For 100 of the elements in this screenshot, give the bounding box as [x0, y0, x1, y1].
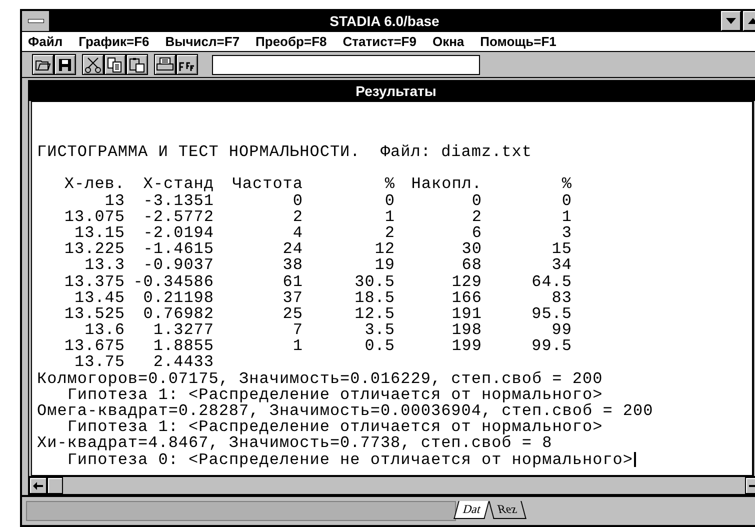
- table-cell: 7: [292, 321, 303, 340]
- table-cell: 61: [282, 272, 303, 290]
- table-cell: 95.5: [532, 304, 572, 323]
- table-cell: 13.75: [74, 353, 125, 372]
- scroll-thumb[interactable]: [47, 477, 63, 494]
- scissors-icon: [85, 56, 101, 72]
- table-cell: 13.675: [64, 337, 125, 356]
- scroll-left-button[interactable]: [29, 477, 47, 494]
- table-cell: 13.225: [64, 240, 125, 258]
- column-header: Частота: [232, 175, 303, 194]
- table-cell: 0: [292, 192, 303, 210]
- table-cell: 99: [552, 321, 572, 340]
- menu-item[interactable]: Файл: [28, 34, 63, 49]
- folder-icon: [35, 58, 51, 70]
- test-statistic: Омега-квадрат=0.28287, Значимость=0.00036904, степ.своб = 200: [37, 402, 654, 420]
- menu-item[interactable]: График=F6: [78, 34, 150, 49]
- table-cell: 24: [282, 240, 303, 258]
- table-cell: 2: [292, 208, 303, 226]
- table-cell: 3.5: [364, 321, 395, 340]
- window-title: STADIA 6.0/base: [328, 12, 440, 31]
- sheet-tab[interactable]: Dat: [454, 501, 490, 519]
- column-header: %: [384, 175, 395, 194]
- column-header: X-станд: [143, 175, 214, 194]
- table-cell: 0.5: [364, 337, 395, 356]
- test-statistic: Колмогоров=0.07175, Значимость=0.016229, степ.своб = 200: [37, 370, 603, 388]
- table-cell: 64.5: [532, 272, 572, 290]
- menu-item[interactable]: Преобр=F8: [256, 34, 327, 49]
- toolbar-button[interactable]: [154, 54, 176, 75]
- table-cell: -2.5772: [143, 208, 214, 226]
- table-cell: 2.4433: [153, 353, 214, 372]
- table-cell: 30.5: [354, 272, 395, 290]
- menu-item[interactable]: Статист=F9: [342, 34, 416, 49]
- toolbar-button[interactable]: [104, 54, 126, 75]
- sheet-tab[interactable]: Rez: [488, 501, 526, 519]
- table-cell: 68: [462, 256, 482, 274]
- table-cell: 13.6: [84, 321, 125, 340]
- table-cell: 12.5: [354, 304, 395, 323]
- table-cell: 0: [562, 192, 572, 210]
- printer-icon: [156, 57, 174, 72]
- hypothesis-text: Гипотеза 1: <Распределение отличается от нормального>: [67, 386, 603, 404]
- system-menu-button[interactable]: [22, 11, 50, 31]
- paste-icon: [129, 56, 145, 72]
- left-arrow-icon: [33, 482, 43, 490]
- table-cell: 13.525: [64, 304, 125, 323]
- table-cell: 13.375: [64, 272, 125, 290]
- table-cell: 12: [374, 240, 395, 258]
- table-cell: 18.5: [354, 288, 395, 307]
- table-cell: 0: [384, 192, 395, 210]
- table-cell: 166: [452, 288, 482, 307]
- toolbar-button[interactable]: [176, 54, 198, 75]
- table-cell: -0.34586: [133, 272, 214, 290]
- text-cursor: [634, 452, 636, 467]
- table-cell: -3.1351: [143, 192, 214, 210]
- minimize-button[interactable]: [721, 11, 741, 31]
- table-cell: 99.5: [532, 337, 572, 356]
- menu-item[interactable]: Окна: [432, 34, 464, 49]
- table-cell: 13: [104, 192, 125, 210]
- table-cell: 0: [472, 192, 482, 210]
- table-cell: 2: [472, 208, 482, 226]
- table-cell: 6: [472, 224, 482, 242]
- table-cell: 34: [552, 256, 572, 274]
- table-cell: 1: [292, 337, 303, 356]
- table-cell: 13.3: [84, 256, 125, 274]
- table-cell: 30: [462, 240, 482, 258]
- table-cell: 129: [452, 272, 482, 290]
- minus-bar-icon: [28, 19, 44, 23]
- table-cell: 13.075: [64, 208, 125, 226]
- table-cell: 2: [384, 224, 395, 242]
- table-cell: 83: [552, 288, 572, 307]
- menu-item[interactable]: Помощь=F1: [480, 34, 556, 49]
- copy-icon: [107, 56, 123, 72]
- toolbar-button[interactable]: [54, 54, 76, 75]
- table-cell: 199: [452, 337, 482, 356]
- toolbar-button[interactable]: [126, 54, 148, 75]
- table-cell: 25: [282, 304, 303, 323]
- toolbar-button[interactable]: [32, 54, 54, 75]
- column-header: X-лев.: [64, 175, 125, 194]
- toolbar-button[interactable]: [82, 54, 104, 75]
- table-cell: 0.76982: [143, 304, 214, 323]
- input-field[interactable]: [212, 54, 480, 74]
- table-cell: 19: [374, 256, 395, 274]
- table-cell: 1: [384, 208, 395, 226]
- column-header: %: [562, 175, 572, 194]
- table-cell: 15: [552, 240, 572, 258]
- table-cell: 1.8855: [153, 337, 214, 356]
- table-cell: 13.45: [74, 288, 125, 307]
- test-statistic: Хи-квадрат=4.8467, Значимость=0.7738, степ.своб = 8: [37, 434, 552, 452]
- table-cell: 4: [292, 224, 303, 242]
- table-cell: 0.21198: [143, 288, 214, 307]
- report-heading: ГИСТОГРАММА И ТЕСТ НОРМАЛЬНОСТИ.: [37, 143, 360, 161]
- table-cell: 1: [562, 208, 572, 226]
- table-cell: 191: [452, 304, 482, 323]
- table-cell: 3: [562, 224, 572, 242]
- down-triangle-icon: [726, 18, 736, 24]
- column-header: Накопл.: [411, 175, 482, 194]
- results-title: Результаты: [29, 81, 755, 101]
- menu-item[interactable]: Вычисл=F7: [165, 34, 240, 49]
- table-cell: -1.4615: [143, 240, 214, 258]
- hypothesis-text: Гипотеза 0: <Распределение не отличается от нормального>: [67, 450, 633, 469]
- table-cell: -0.9037: [143, 256, 214, 274]
